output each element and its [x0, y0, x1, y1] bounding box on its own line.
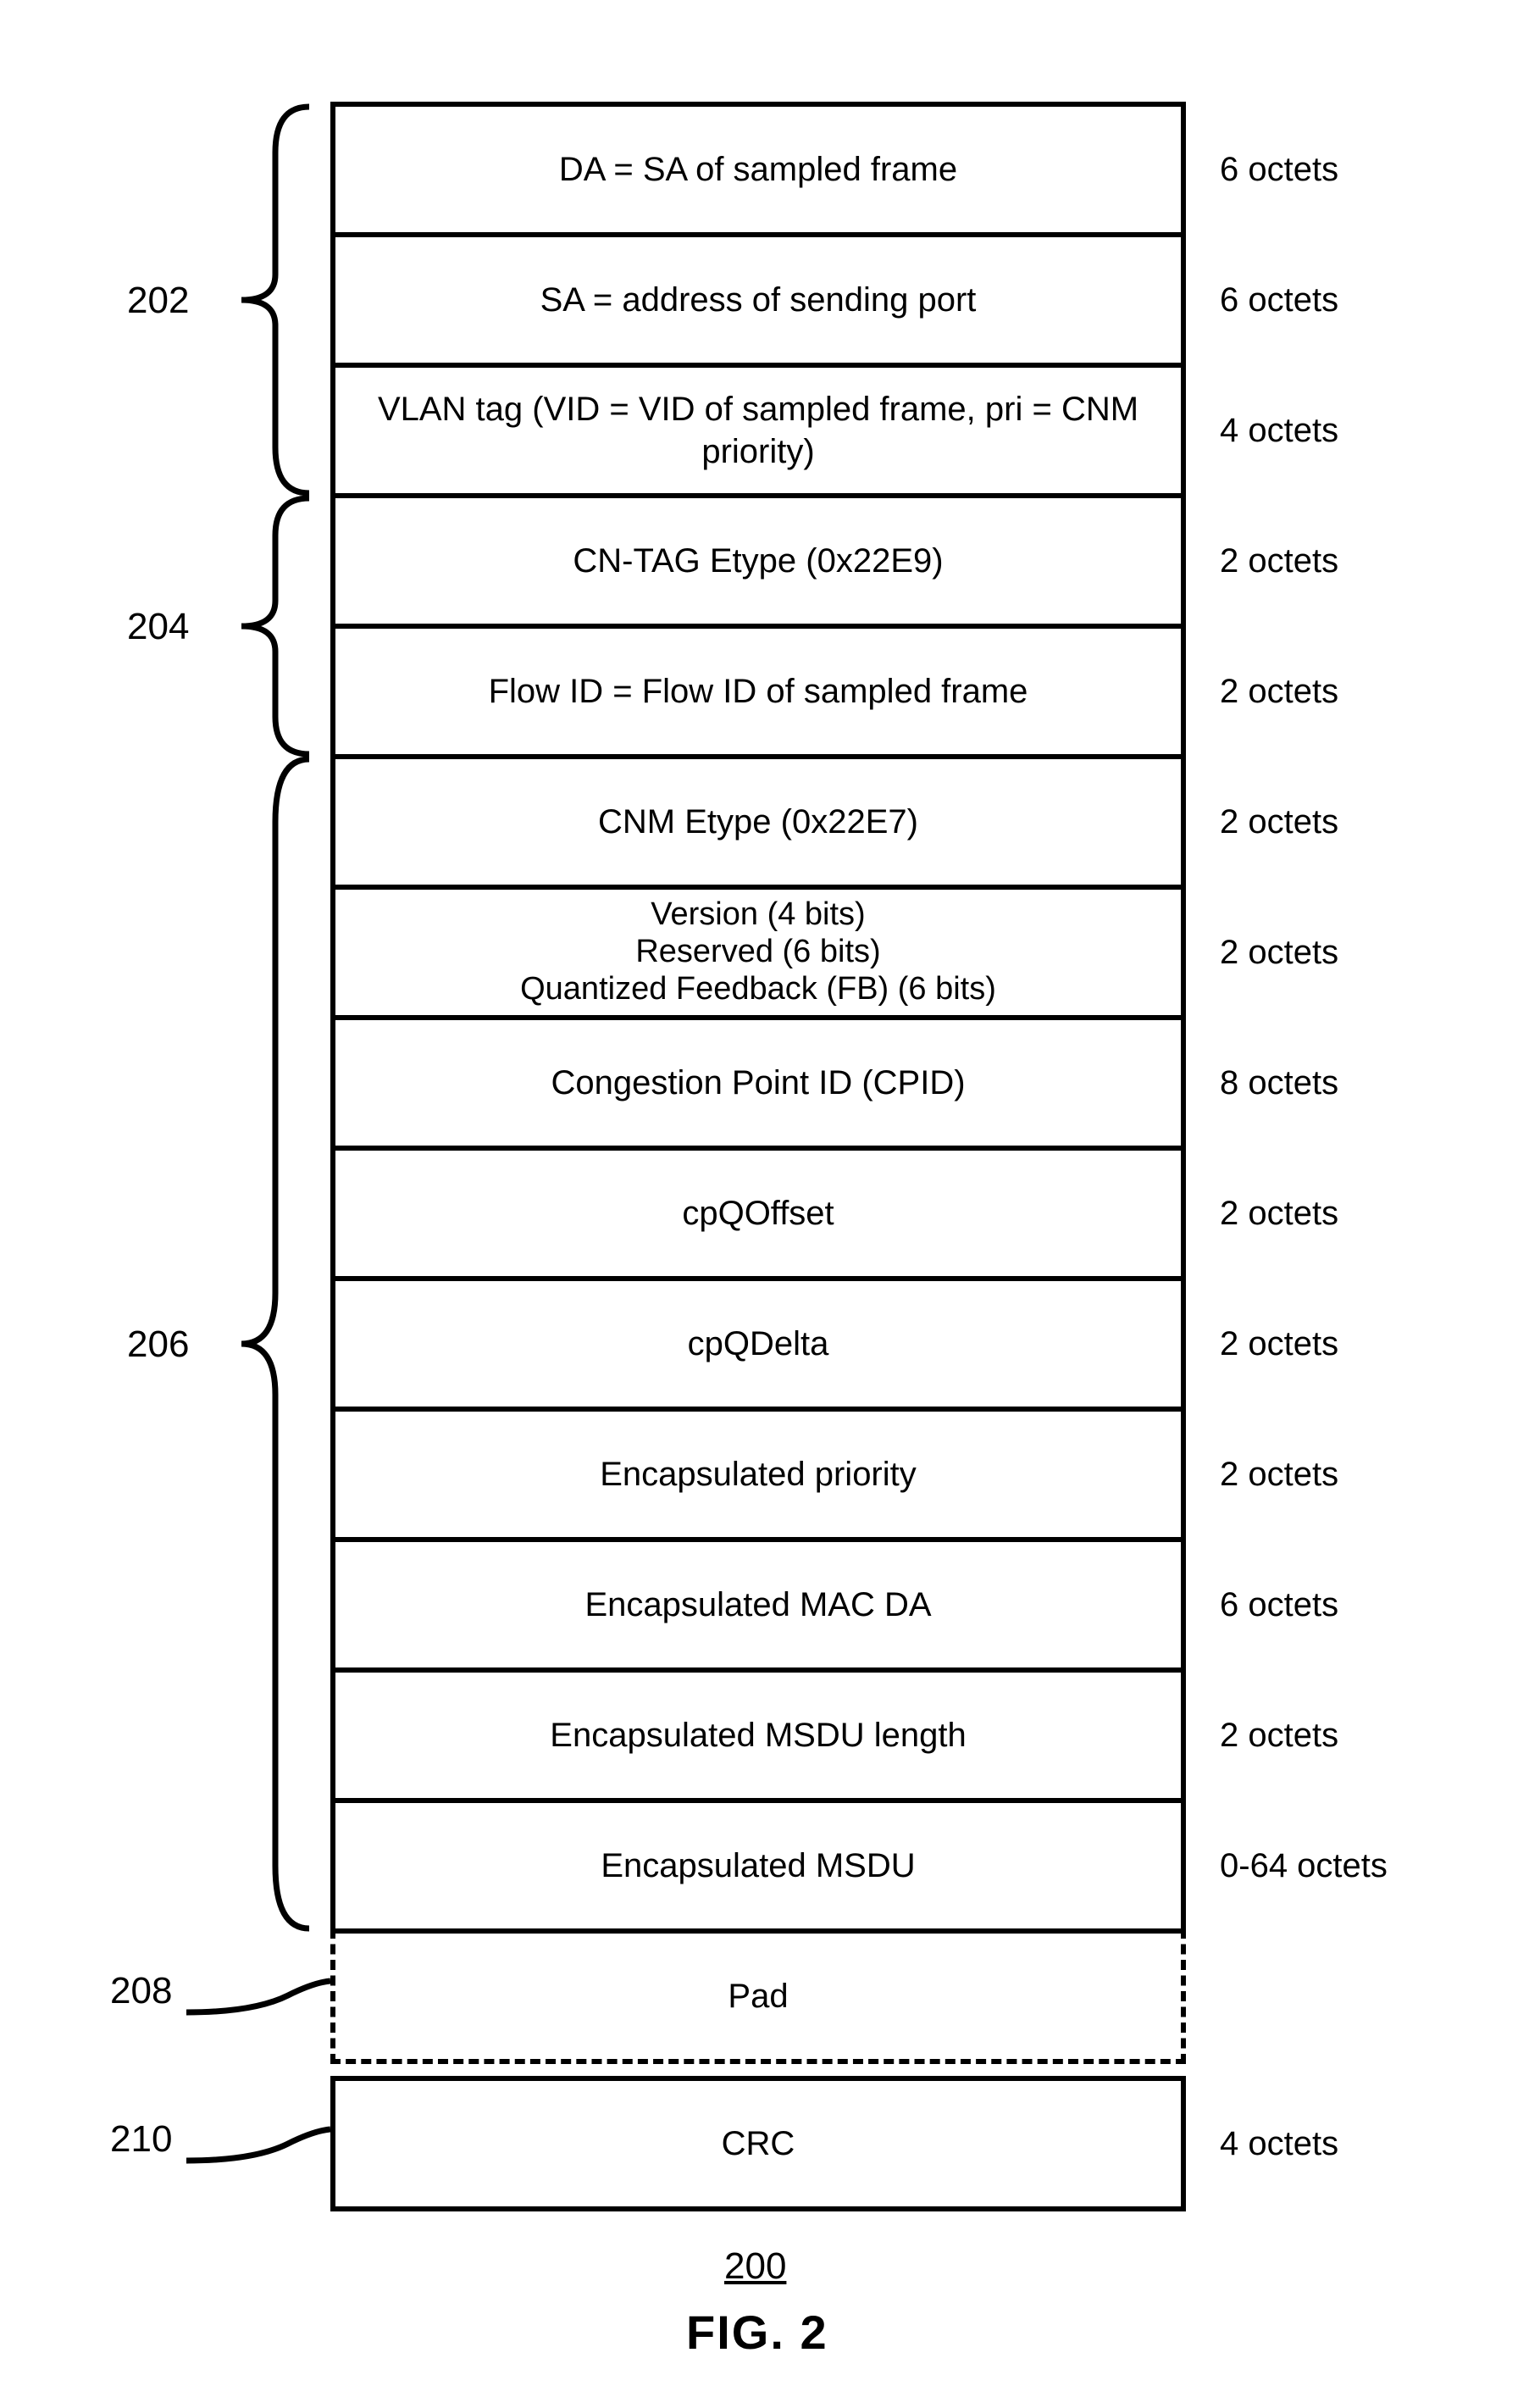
field-sa: SA = address of sending port — [330, 232, 1186, 368]
size-vlan: 4 octets — [1220, 363, 1474, 498]
field-text: Flow ID = Flow ID of sampled frame — [489, 670, 1028, 713]
field-cntag: CN-TAG Etype (0x22E9) — [330, 493, 1186, 629]
field-crc: CRC — [330, 2076, 1186, 2211]
size-encmsdul: 2 octets — [1220, 1667, 1474, 1803]
brace-204 — [229, 493, 322, 759]
field-text: CNM Etype (0x22E7) — [598, 801, 918, 843]
label-208: 208 — [110, 1970, 172, 2012]
size-flowid: 2 octets — [1220, 624, 1474, 759]
size-cnmetype: 2 octets — [1220, 754, 1474, 890]
label-204: 204 — [127, 606, 189, 648]
size-cpid: 8 octets — [1220, 1015, 1474, 1151]
brace-202 — [229, 102, 322, 498]
size-encpri: 2 octets — [1220, 1407, 1474, 1542]
field-vlan: VLAN tag (VID = VID of sampled frame, pr… — [330, 363, 1186, 498]
field-pad: Pad — [330, 1928, 1186, 2064]
field-text: Pad — [728, 1975, 788, 2017]
figure-2: DA = SA of sampled frame 6 octets SA = a… — [0, 0, 1540, 2386]
figure-number: 200 — [724, 2245, 786, 2288]
field-encpri: Encapsulated priority — [330, 1407, 1186, 1542]
label-210: 210 — [110, 2118, 172, 2161]
leader-210 — [186, 2122, 330, 2173]
field-da: DA = SA of sampled frame — [330, 102, 1186, 237]
size-sa: 6 octets — [1220, 232, 1474, 368]
field-encmsdu: Encapsulated MSDU — [330, 1798, 1186, 1934]
field-cnmetype: CNM Etype (0x22E7) — [330, 754, 1186, 890]
label-202: 202 — [127, 280, 189, 322]
field-cpqdel: cpQDelta — [330, 1276, 1186, 1412]
field-text: Version (4 bits) Reserved (6 bits) Quant… — [520, 896, 996, 1007]
size-cpqdel: 2 octets — [1220, 1276, 1474, 1412]
field-text: Encapsulated MAC DA — [584, 1584, 931, 1626]
field-text: Encapsulated MSDU length — [550, 1714, 966, 1756]
size-encmac: 6 octets — [1220, 1537, 1474, 1673]
size-vrf: 2 octets — [1220, 885, 1474, 1020]
size-cntag: 2 octets — [1220, 493, 1474, 629]
field-text: cpQDelta — [688, 1323, 829, 1365]
field-text: CRC — [722, 2122, 795, 2165]
field-cpid: Congestion Point ID (CPID) — [330, 1015, 1186, 1151]
field-text: Encapsulated priority — [600, 1453, 917, 1495]
brace-206 — [229, 754, 322, 1934]
size-encmsdu: 0-64 octets — [1220, 1798, 1474, 1934]
size-crc: 4 octets — [1220, 2076, 1474, 2211]
size-cpqoff: 2 octets — [1220, 1146, 1474, 1281]
size-da: 6 octets — [1220, 102, 1474, 237]
field-text: Congestion Point ID (CPID) — [551, 1062, 965, 1104]
field-text: VLAN tag (VID = VID of sampled frame, pr… — [352, 388, 1164, 473]
field-text: CN-TAG Etype (0x22E9) — [573, 540, 943, 582]
field-text: SA = address of sending port — [540, 279, 977, 321]
leader-208 — [186, 1974, 330, 2025]
field-text: cpQOffset — [682, 1192, 834, 1235]
field-text: Encapsulated MSDU — [601, 1845, 915, 1887]
field-flowid: Flow ID = Flow ID of sampled frame — [330, 624, 1186, 759]
figure-caption: FIG. 2 — [686, 2305, 828, 2360]
field-encmsdul: Encapsulated MSDU length — [330, 1667, 1186, 1803]
field-encmac: Encapsulated MAC DA — [330, 1537, 1186, 1673]
field-vrf: Version (4 bits) Reserved (6 bits) Quant… — [330, 885, 1186, 1020]
label-206: 206 — [127, 1323, 189, 1366]
field-cpqoff: cpQOffset — [330, 1146, 1186, 1281]
field-text: DA = SA of sampled frame — [559, 148, 957, 191]
